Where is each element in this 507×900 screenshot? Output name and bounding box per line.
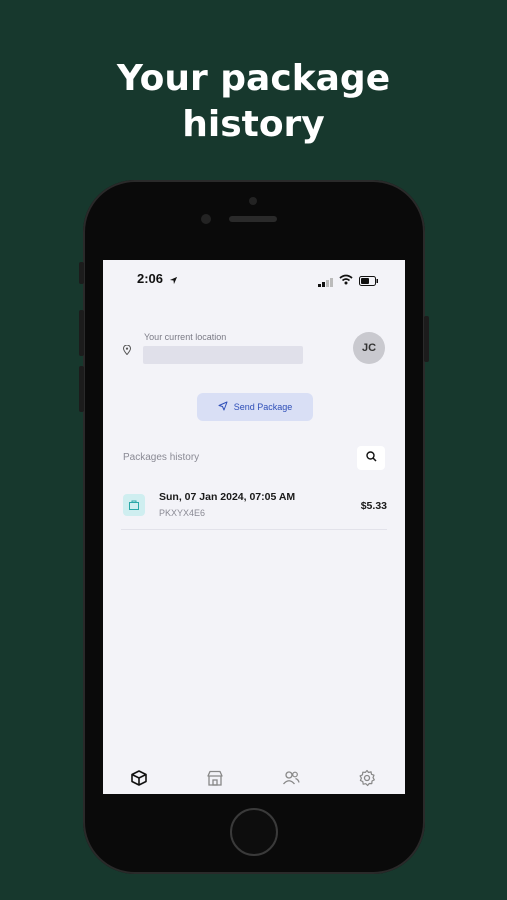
location-pin-icon — [122, 342, 132, 360]
battery-icon — [359, 273, 379, 291]
send-package-button[interactable]: Send Package — [197, 393, 313, 421]
location-label: Your current location — [144, 332, 227, 342]
search-icon — [365, 449, 377, 467]
earpiece-speaker — [229, 216, 277, 222]
headline-line-1: Your package — [116, 58, 391, 99]
gear-icon — [358, 769, 376, 792]
current-location[interactable]: Your current location — [122, 332, 303, 368]
page-headline: Your package history — [0, 56, 507, 148]
users-icon — [282, 769, 300, 792]
volume-up-button — [79, 310, 84, 356]
location-value-field[interactable] — [143, 346, 303, 364]
package-code: PKXYX4E6 — [159, 508, 206, 518]
box-icon — [130, 769, 148, 792]
package-history-item[interactable]: Sun, 07 Jan 2024, 07:05 AM PKXYX4E6 $5.3… — [121, 486, 387, 530]
store-icon — [206, 769, 224, 792]
search-button[interactable] — [357, 446, 385, 470]
power-button — [424, 316, 429, 362]
packages-history-title: Packages history — [123, 452, 200, 463]
location-arrow-icon — [169, 272, 178, 290]
send-icon — [218, 401, 228, 413]
package-price: $5.33 — [360, 500, 387, 512]
status-time: 2:06 — [137, 271, 164, 286]
tab-contacts[interactable] — [281, 770, 301, 790]
package-icon — [123, 494, 145, 516]
volume-down-button — [79, 366, 84, 412]
wifi-icon — [339, 272, 353, 290]
phone-frame: 2:06 Your current location JC Send Packa… — [79, 180, 429, 874]
user-avatar[interactable]: JC — [353, 332, 385, 364]
proximity-sensor — [249, 197, 257, 205]
package-date: Sun, 07 Jan 2024, 07:05 AM — [159, 491, 296, 503]
headline-line-2: history — [182, 104, 325, 145]
status-bar: 2:06 — [103, 260, 405, 294]
front-camera — [201, 214, 211, 224]
mute-switch — [79, 262, 84, 284]
tab-packages[interactable] — [129, 769, 149, 792]
send-package-label: Send Package — [233, 402, 293, 412]
bottom-tab-bar — [103, 766, 405, 794]
tab-settings[interactable] — [357, 769, 377, 792]
cellular-signal-icon — [318, 274, 334, 292]
app-screen: 2:06 Your current location JC Send Packa… — [103, 260, 405, 794]
home-button[interactable] — [230, 808, 278, 856]
tab-store[interactable] — [205, 770, 225, 790]
